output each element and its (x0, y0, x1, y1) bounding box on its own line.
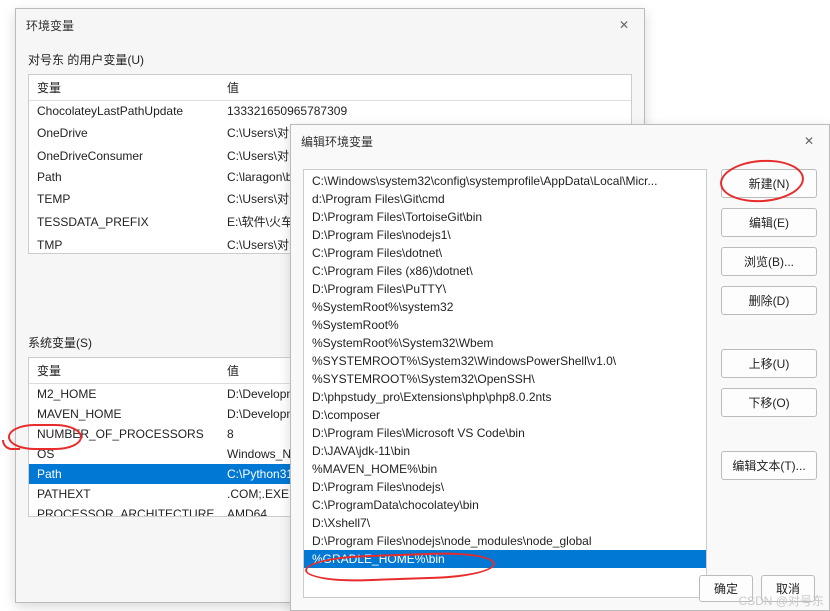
titlebar: 环境变量 ✕ (16, 9, 644, 41)
path-listbox[interactable]: C:\Windows\system32\config\systemprofile… (303, 169, 707, 598)
var-name: TEMP (29, 187, 219, 210)
delete-button[interactable]: 删除(D) (721, 286, 817, 315)
var-name: ChocolateyLastPathUpdate (29, 101, 219, 122)
col-value: 值 (219, 75, 631, 101)
var-name: NUMBER_OF_PROCESSORS (29, 424, 219, 444)
col-name: 变量 (29, 358, 219, 384)
var-name: OS (29, 444, 219, 464)
close-icon[interactable]: ✕ (799, 134, 819, 148)
list-item[interactable]: C:\Windows\system32\config\systemprofile… (304, 172, 706, 190)
var-name: MAVEN_HOME (29, 404, 219, 424)
list-item[interactable]: %SYSTEMROOT%\System32\OpenSSH\ (304, 370, 706, 388)
list-item[interactable]: C:\Program Files (x86)\dotnet\ (304, 262, 706, 280)
list-item[interactable]: D:\phpstudy_pro\Extensions\php\php8.0.2n… (304, 388, 706, 406)
watermark: CSDN @对号东 (738, 592, 824, 609)
list-item[interactable]: D:\Program Files\nodejs\node_modules\nod… (304, 532, 706, 550)
list-item[interactable]: D:\Program Files\nodejs1\ (304, 226, 706, 244)
list-item[interactable]: %SYSTEMROOT%\System32\WindowsPowerShell\… (304, 352, 706, 370)
var-name: TMP (29, 233, 219, 254)
var-value: 133321650965787309 (219, 101, 631, 122)
list-item[interactable]: D:\Program Files\nodejs\ (304, 478, 706, 496)
close-icon[interactable]: ✕ (614, 18, 634, 32)
var-name: M2_HOME (29, 384, 219, 405)
edit-button[interactable]: 编辑(E) (721, 208, 817, 237)
var-name: Path (29, 167, 219, 187)
list-item[interactable]: D:\composer (304, 406, 706, 424)
list-item[interactable]: D:\Program Files\Microsoft VS Code\bin (304, 424, 706, 442)
col-name: 变量 (29, 75, 219, 101)
var-name: OneDrive (29, 121, 219, 144)
button-column: 新建(N) 编辑(E) 浏览(B)... 删除(D) 上移(U) 下移(O) 编… (721, 169, 817, 598)
var-name: PROCESSOR_ARCHITECTURE (29, 504, 219, 517)
list-item[interactable]: D:\Program Files\PuTTY\ (304, 280, 706, 298)
var-name: TESSDATA_PREFIX (29, 210, 219, 233)
move-up-button[interactable]: 上移(U) (721, 349, 817, 378)
move-down-button[interactable]: 下移(O) (721, 388, 817, 417)
list-item[interactable]: d:\Program Files\Git\cmd (304, 190, 706, 208)
user-vars-label: 对号东 的用户变量(U) (16, 41, 644, 74)
list-item[interactable]: %MAVEN_HOME%\bin (304, 460, 706, 478)
table-row[interactable]: ChocolateyLastPathUpdate1333216509657873… (29, 101, 631, 122)
list-item[interactable]: %SystemRoot% (304, 316, 706, 334)
edit-text-button[interactable]: 编辑文本(T)... (721, 451, 817, 480)
list-item[interactable]: D:\JAVA\jdk-11\bin (304, 442, 706, 460)
titlebar: 编辑环境变量 ✕ (291, 125, 829, 157)
edit-env-dialog: 编辑环境变量 ✕ C:\Windows\system32\config\syst… (290, 124, 830, 611)
list-item[interactable]: D:\Xshell7\ (304, 514, 706, 532)
dialog-title: 环境变量 (26, 17, 614, 34)
list-item[interactable]: D:\Program Files\TortoiseGit\bin (304, 208, 706, 226)
list-item[interactable]: C:\ProgramData\chocolatey\bin (304, 496, 706, 514)
new-button[interactable]: 新建(N) (721, 169, 817, 198)
dialog-title: 编辑环境变量 (301, 133, 799, 150)
list-item[interactable]: %SystemRoot%\system32 (304, 298, 706, 316)
list-item[interactable]: %GRADLE_HOME%\bin (304, 550, 706, 568)
var-name: PATHEXT (29, 484, 219, 504)
list-item[interactable]: C:\Program Files\dotnet\ (304, 244, 706, 262)
var-name: Path (29, 464, 219, 484)
browse-button[interactable]: 浏览(B)... (721, 247, 817, 276)
list-item[interactable]: %SystemRoot%\System32\Wbem (304, 334, 706, 352)
var-name: OneDriveConsumer (29, 144, 219, 167)
